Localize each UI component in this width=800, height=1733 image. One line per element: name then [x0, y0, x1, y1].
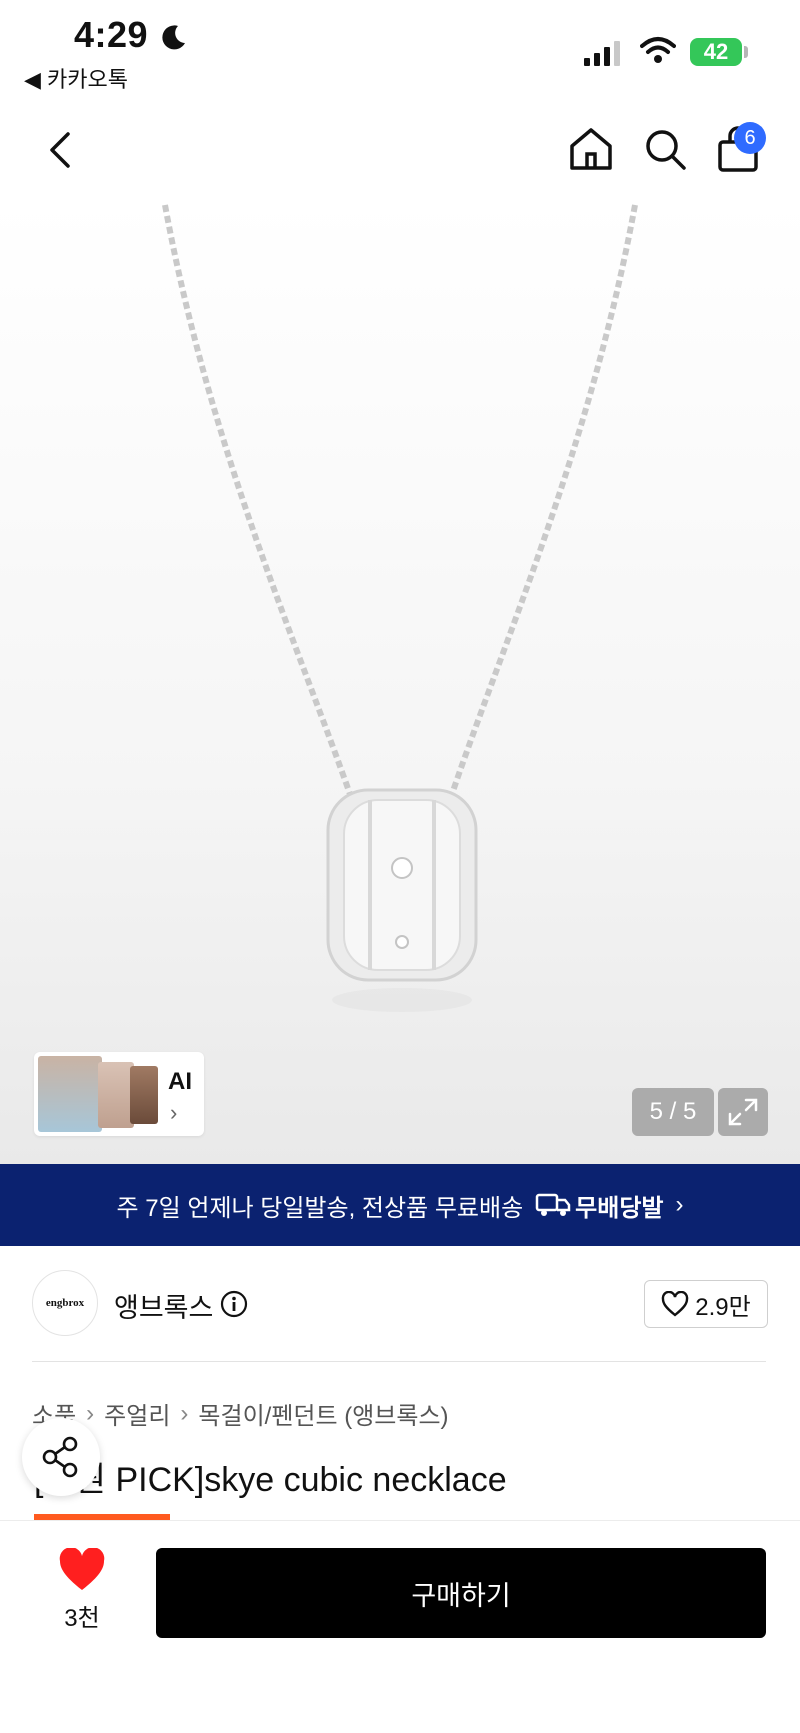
share-icon[interactable] — [22, 1418, 100, 1496]
buy-button[interactable]: 구매하기 — [156, 1548, 766, 1638]
expand-icon[interactable] — [718, 1088, 768, 1136]
product-image[interactable] — [0, 200, 800, 1165]
back-chevron-icon[interactable] — [40, 128, 80, 172]
store-like-count: 2.9만 — [695, 1293, 751, 1321]
ai-styling-card[interactable]: AI › — [34, 1052, 204, 1136]
search-icon[interactable] — [640, 124, 690, 174]
divider — [32, 1361, 766, 1362]
breadcrumb-item[interactable]: 목걸이/펜던트 (앵브록스) — [198, 1396, 448, 1431]
wishlist-count: 3천 — [64, 1605, 100, 1632]
cellular-signal-icon — [584, 41, 620, 66]
heart-filled-icon[interactable] — [58, 1548, 106, 1592]
cart-count-badge: 6 — [734, 122, 766, 154]
image-counter: 5 / 5 — [632, 1088, 714, 1136]
battery-indicator: 42 — [690, 38, 742, 66]
ai-label: AI — [168, 1068, 192, 1095]
battery-level: 42 — [703, 39, 729, 64]
heart-outline-icon — [662, 1291, 689, 1317]
info-icon[interactable] — [220, 1290, 248, 1318]
store-name[interactable]: 앵브록스 — [114, 1286, 213, 1325]
product-title: [지원 PICK]skye cubic necklace — [34, 1461, 507, 1499]
chevron-right-icon: › — [180, 1399, 189, 1427]
ai-thumbnail-1 — [38, 1056, 102, 1132]
necklace-image — [162, 204, 638, 1012]
breadcrumb: 소품 › 주얼리 › 목걸이/펜던트 (앵브록스) — [32, 1396, 449, 1431]
ai-thumbnail-2 — [98, 1062, 134, 1128]
moon-icon — [162, 25, 185, 50]
banner-text: 주 7일 언제나 당일발송, 전상품 무료배송 — [116, 1194, 524, 1222]
shipping-banner[interactable]: 주 7일 언제나 당일발송, 전상품 무료배송 무배당발 › — [0, 1164, 800, 1246]
status-time: 4:29 — [74, 14, 149, 55]
chevron-right-icon: › — [86, 1399, 95, 1427]
battery-cap — [744, 46, 748, 58]
breadcrumb-item[interactable]: 주얼리 — [104, 1396, 170, 1431]
back-to-app-link[interactable]: ◀ 카카오톡 — [24, 62, 128, 94]
delivery-truck-icon — [535, 1193, 571, 1216]
store-logo[interactable]: engbrox — [32, 1270, 98, 1336]
store-logo-text: engbrox — [45, 1297, 85, 1309]
ai-thumbnail-3 — [130, 1066, 158, 1124]
banner-logo-text: 무배당발 — [575, 1194, 664, 1222]
store-like-button[interactable]: 2.9만 — [644, 1280, 768, 1328]
home-icon[interactable] — [566, 124, 616, 174]
wifi-icon — [640, 37, 676, 63]
chevron-right-icon: › — [170, 1100, 178, 1125]
chevron-right-icon: › — [675, 1191, 684, 1218]
banner-logo: 무배당발 — [535, 1188, 663, 1223]
